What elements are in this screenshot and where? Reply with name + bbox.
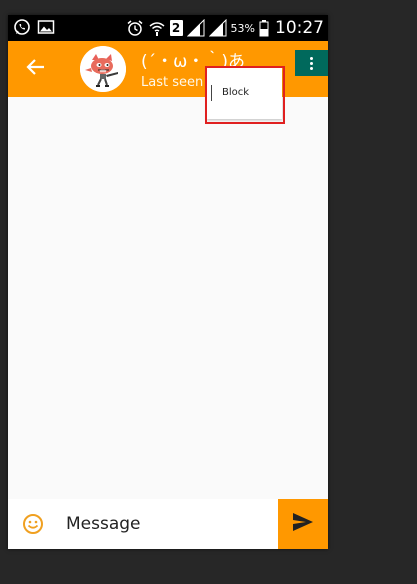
wifi-icon [148,19,166,37]
message-input-bar [8,499,328,549]
popup-menu: Block [207,68,282,119]
arrow-back-icon [26,57,46,81]
message-input[interactable] [66,511,271,537]
emoji-button[interactable] [22,513,44,535]
signal-icon [208,19,227,37]
status-time: 10:27 [275,18,324,38]
status-bar-right: 2 53% 10:27 [126,15,324,41]
more-vert-icon [310,56,313,70]
phone-screen: 2 53% 10:27 (´・ω・｀)あ Last seen Block Mes… [8,15,328,549]
menu-divider [211,85,212,101]
sim-icon: 2 [169,20,183,36]
back-button[interactable] [22,55,50,83]
battery-percent: 53% [230,21,255,35]
alarm-icon [126,19,144,37]
image-icon [37,18,55,36]
smiley-icon [22,514,44,539]
status-bar: 2 53% 10:27 [8,15,328,41]
battery-icon [259,19,269,37]
whatsapp-icon [13,18,31,36]
send-icon [291,511,315,537]
status-bar-left [13,18,55,36]
menu-item-block[interactable]: Block [222,87,249,98]
contact-avatar[interactable] [80,46,126,92]
signal-icon [186,19,205,37]
last-seen-status: Last seen [141,75,204,90]
send-button[interactable] [278,499,328,549]
overflow-menu-button[interactable] [295,50,328,76]
